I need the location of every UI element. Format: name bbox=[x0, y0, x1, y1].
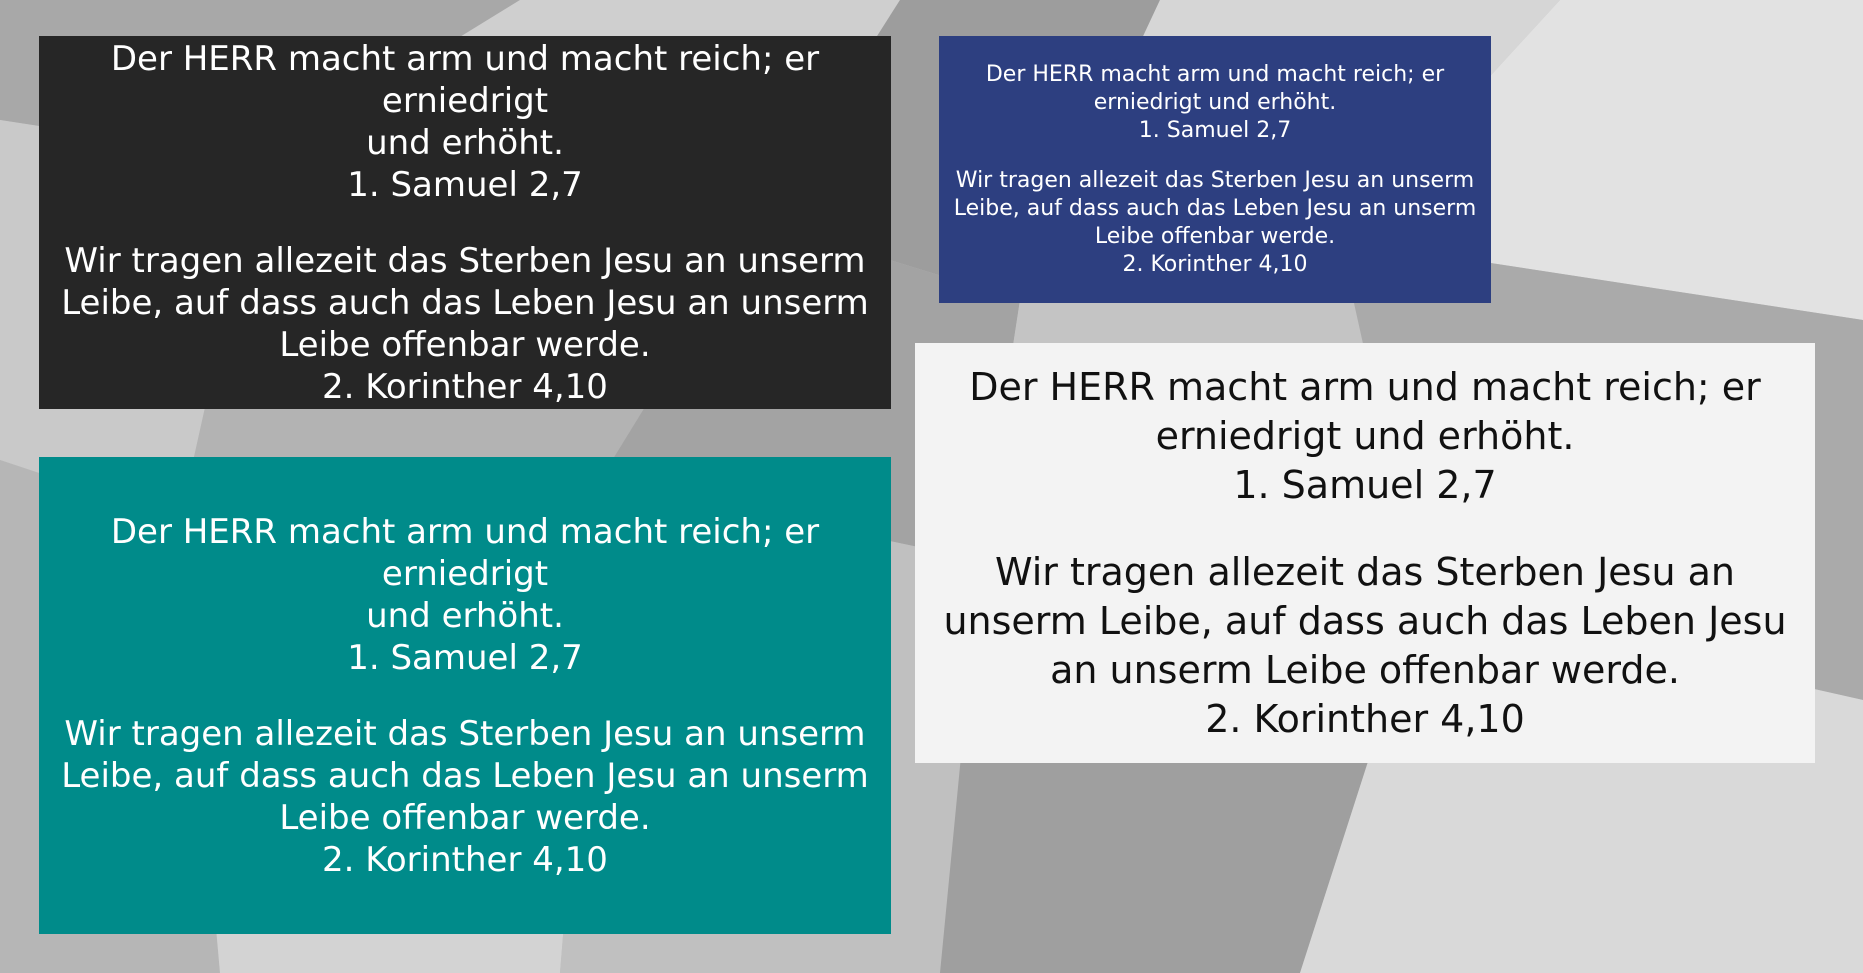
verse-reference-samuel: 1. Samuel 2,7 bbox=[347, 164, 583, 205]
verse-text-korinther: Wir tragen allezeit das Sterben Jesu an … bbox=[61, 240, 869, 365]
verse-text-samuel: Der HERR macht arm und macht reich; er e… bbox=[110, 511, 820, 636]
verse-card-navy: Der HERR macht arm und macht reich; er e… bbox=[939, 36, 1491, 303]
verse-reference-korinther: 2. Korinther 4,10 bbox=[322, 839, 608, 880]
verse-text-samuel: Der HERR macht arm und macht reich; er e… bbox=[969, 364, 1761, 458]
verse-reference-samuel: 1. Samuel 2,7 bbox=[1138, 117, 1292, 143]
verse-card-teal: Der HERR macht arm und macht reich; er e… bbox=[39, 457, 891, 934]
verse-text-samuel: Der HERR macht arm und macht reich; er e… bbox=[110, 38, 820, 163]
verse-text-korinther: Wir tragen allezeit das Sterben Jesu an … bbox=[61, 713, 869, 838]
verse-reference-korinther: 2. Korinther 4,10 bbox=[1122, 251, 1308, 277]
verse-reference-korinther: 2. Korinther 4,10 bbox=[1205, 696, 1525, 741]
verse-reference-korinther: 2. Korinther 4,10 bbox=[322, 366, 608, 407]
verse-text-korinther: Wir tragen allezeit das Sterben Jesu an … bbox=[953, 167, 1477, 249]
verse-text-samuel: Der HERR macht arm und macht reich; er e… bbox=[985, 61, 1445, 115]
verse-card-dark: Der HERR macht arm und macht reich; er e… bbox=[39, 36, 891, 409]
verse-reference-samuel: 1. Samuel 2,7 bbox=[347, 637, 583, 678]
verse-text-korinther: Wir tragen allezeit das Sterben Jesu an … bbox=[943, 549, 1787, 692]
verse-card-light: Der HERR macht arm und macht reich; er e… bbox=[915, 343, 1815, 763]
verse-reference-samuel: 1. Samuel 2,7 bbox=[1233, 462, 1497, 507]
